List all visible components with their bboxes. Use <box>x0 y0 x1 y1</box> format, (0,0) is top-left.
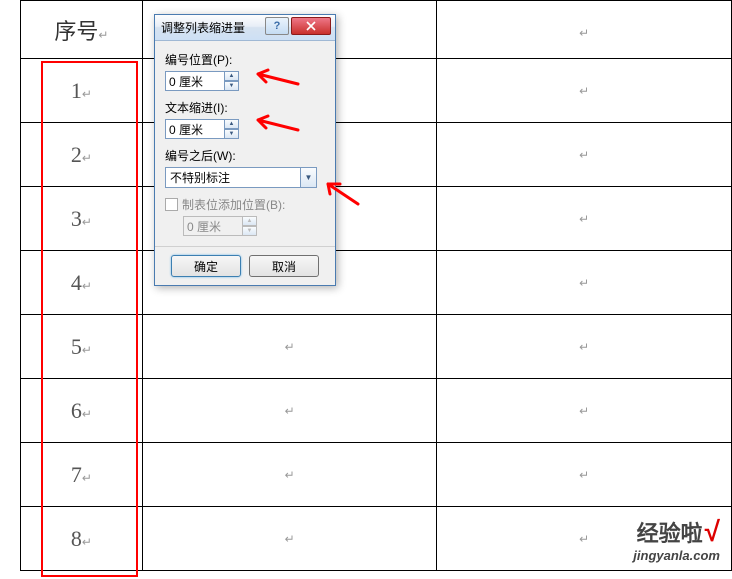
spin-down-button[interactable]: ▼ <box>224 81 239 91</box>
spin-up-button[interactable]: ▲ <box>224 119 239 129</box>
table-row: 7↵ ↵ ↵ <box>21 443 732 507</box>
cell[interactable]: ↵ <box>437 379 732 443</box>
check-icon: √ <box>705 516 720 547</box>
cell-index[interactable]: 5↵ <box>21 315 143 379</box>
tabstop-label: 制表位添加位置(B): <box>182 196 285 213</box>
spin-up-button: ▲ <box>242 216 257 226</box>
separator <box>155 246 335 247</box>
text-indent-label: 文本缩进(I): <box>165 99 325 116</box>
paragraph-mark: ↵ <box>98 28 108 42</box>
dialog-titlebar[interactable]: 调整列表缩进量 ? <box>155 15 335 41</box>
watermark: 经验啦√ jingyanla.com <box>633 516 720 563</box>
help-button[interactable]: ? <box>265 17 289 35</box>
cell-index[interactable]: 1↵ <box>21 59 143 123</box>
watermark-title: 经验啦 <box>637 516 703 548</box>
dialog-title: 调整列表缩进量 <box>161 19 245 36</box>
table-row: 2↵ ↵ ↵ <box>21 123 732 187</box>
header-cell-index[interactable]: 序号↵ <box>21 1 143 59</box>
number-position-input[interactable] <box>165 71 225 91</box>
adjust-list-indent-dialog: 调整列表缩进量 ? 编号位置(P): ▲ ▼ 文本缩进(I): ▲ ▼ 编号之后… <box>154 14 336 286</box>
number-position-label: 编号位置(P): <box>165 51 325 68</box>
cell-index[interactable]: 6↵ <box>21 379 143 443</box>
chevron-down-icon: ▼ <box>300 168 316 187</box>
cell[interactable]: ↵ <box>142 443 437 507</box>
spin-down-button: ▼ <box>242 226 257 236</box>
cell[interactable]: ↵ <box>142 507 437 571</box>
paragraph-mark: ↵ <box>579 26 589 40</box>
header-row: 序号↵ ↵ ↵ <box>21 1 732 59</box>
spin-up-button[interactable]: ▲ <box>224 71 239 81</box>
cell[interactable]: ↵ <box>437 123 732 187</box>
tabstop-position-input <box>183 216 243 236</box>
cell[interactable]: ↵ <box>437 59 732 123</box>
table-row: 1↵ ↵ ↵ <box>21 59 732 123</box>
close-button[interactable] <box>291 17 331 35</box>
watermark-url: jingyanla.com <box>633 548 720 563</box>
cell[interactable]: ↵ <box>142 379 437 443</box>
cell[interactable]: ↵ <box>142 315 437 379</box>
cell-index[interactable]: 4↵ <box>21 251 143 315</box>
text-indent-input[interactable] <box>165 119 225 139</box>
after-number-label: 编号之后(W): <box>165 147 325 164</box>
cell[interactable]: ↵ <box>437 251 732 315</box>
cell-index[interactable]: 2↵ <box>21 123 143 187</box>
paragraph-mark: ↵ <box>82 87 92 101</box>
cell-index[interactable]: 7↵ <box>21 443 143 507</box>
spin-down-button[interactable]: ▼ <box>224 129 239 139</box>
cell-index[interactable]: 8↵ <box>21 507 143 571</box>
word-table: 序号↵ ↵ ↵ 1↵ ↵ ↵ 2↵ ↵ ↵ 3↵ ↵ ↵ 4↵ ↵ ↵ 5↵ ↵… <box>20 0 732 571</box>
cell[interactable]: ↵ <box>437 443 732 507</box>
close-icon <box>305 21 317 31</box>
after-number-dropdown[interactable]: 不特别标注 ▼ <box>165 167 317 188</box>
table-row: 3↵ ↵ ↵ <box>21 187 732 251</box>
header-cell-3[interactable]: ↵ <box>437 1 732 59</box>
ok-button[interactable]: 确定 <box>171 255 241 277</box>
cancel-button[interactable]: 取消 <box>249 255 319 277</box>
table-row: 5↵ ↵ ↵ <box>21 315 732 379</box>
table-row: 6↵ ↵ ↵ <box>21 379 732 443</box>
cell[interactable]: ↵ <box>437 315 732 379</box>
table-row: 8↵ ↵ ↵ <box>21 507 732 571</box>
tabstop-checkbox[interactable] <box>165 198 178 211</box>
dropdown-value: 不特别标注 <box>170 169 230 186</box>
cell[interactable]: ↵ <box>437 187 732 251</box>
cell-index[interactable]: 3↵ <box>21 187 143 251</box>
table-row: 4↵ ↵ ↵ <box>21 251 732 315</box>
